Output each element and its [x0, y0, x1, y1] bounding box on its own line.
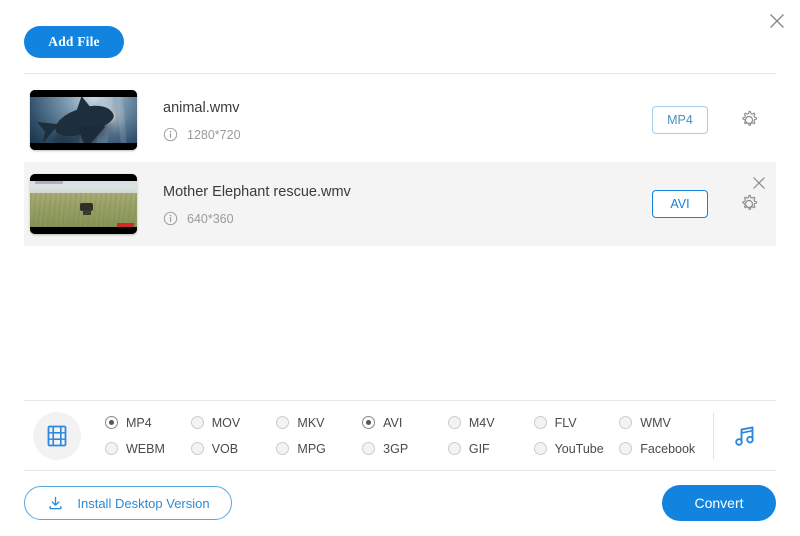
install-desktop-version-button[interactable]: Install Desktop Version [24, 486, 232, 520]
format-option-label: WEBM [126, 442, 165, 456]
video-converter-window: Add File animal.wmv [0, 0, 800, 536]
info-icon[interactable] [163, 127, 178, 142]
file-info: animal.wmv 1280*720 [137, 98, 652, 142]
format-option-youtube[interactable]: YouTube [534, 436, 620, 462]
audio-format-tab[interactable] [714, 412, 776, 460]
add-file-button[interactable]: Add File [24, 26, 124, 58]
underwater-shark-thumbnail [30, 90, 137, 150]
format-option-vob[interactable]: VOB [191, 436, 277, 462]
radio-gif[interactable] [448, 442, 461, 455]
format-option-label: VOB [212, 442, 238, 456]
radio-youtube[interactable] [534, 442, 547, 455]
convert-button[interactable]: Convert [662, 485, 776, 521]
format-option-flv[interactable]: FLV [534, 410, 620, 436]
radio-webm[interactable] [105, 442, 118, 455]
format-option-label: WMV [640, 416, 671, 430]
file-thumbnail[interactable] [30, 90, 137, 150]
gear-icon [738, 109, 760, 131]
file-resolution: 640*360 [187, 212, 234, 226]
download-icon [46, 494, 65, 513]
close-icon [751, 175, 767, 191]
output-format-badge[interactable]: MP4 [652, 106, 708, 134]
film-strip-icon [44, 423, 70, 449]
info-icon[interactable] [163, 211, 178, 226]
add-file-area: Add File [24, 26, 124, 58]
divider-top [24, 73, 776, 74]
format-option-label: MKV [297, 416, 324, 430]
radio-wmv[interactable] [619, 416, 632, 429]
radio-3gp[interactable] [362, 442, 375, 455]
radio-flv[interactable] [534, 416, 547, 429]
format-option-label: YouTube [555, 442, 604, 456]
table-row[interactable]: animal.wmv 1280*720 MP4 [24, 78, 776, 162]
divider-bottom [24, 470, 776, 471]
savanna-animal-thumbnail [30, 174, 137, 234]
file-name: Mother Elephant rescue.wmv [163, 182, 652, 202]
file-resolution: 1280*720 [187, 128, 241, 142]
window-close-button[interactable] [760, 4, 794, 38]
file-subinfo: 1280*720 [163, 127, 652, 142]
format-option-label: MP4 [126, 416, 152, 430]
format-option-label: AVI [383, 416, 402, 430]
format-option-3gp[interactable]: 3GP [362, 436, 448, 462]
format-option-webm[interactable]: WEBM [105, 436, 191, 462]
radio-mpg[interactable] [276, 442, 289, 455]
remove-file-button[interactable] [748, 172, 770, 194]
format-options-grid: MP4 MOV MKV AVI M4V FLV [105, 410, 705, 462]
format-option-mov[interactable]: MOV [191, 410, 277, 436]
file-settings-button[interactable] [732, 103, 766, 137]
radio-m4v[interactable] [448, 416, 461, 429]
close-icon [767, 11, 787, 31]
radio-mp4[interactable] [105, 416, 118, 429]
format-option-avi[interactable]: AVI [362, 410, 448, 436]
format-option-mp4[interactable]: MP4 [105, 410, 191, 436]
format-picker: MP4 MOV MKV AVI M4V FLV [24, 401, 776, 470]
file-list: animal.wmv 1280*720 MP4 [24, 78, 776, 246]
format-option-facebook[interactable]: Facebook [619, 436, 705, 462]
format-option-label: M4V [469, 416, 495, 430]
radio-mkv[interactable] [276, 416, 289, 429]
video-format-tab[interactable] [33, 412, 81, 460]
file-subinfo: 640*360 [163, 211, 652, 226]
radio-mov[interactable] [191, 416, 204, 429]
file-name: animal.wmv [163, 98, 652, 118]
file-thumbnail[interactable] [30, 174, 137, 234]
radio-vob[interactable] [191, 442, 204, 455]
format-option-mkv[interactable]: MKV [276, 410, 362, 436]
gear-icon [738, 193, 760, 215]
format-option-label: Facebook [640, 442, 695, 456]
music-note-icon [731, 422, 759, 450]
format-option-label: MPG [297, 442, 325, 456]
table-row[interactable]: Mother Elephant rescue.wmv 640*360 AVI [24, 162, 776, 246]
output-format-badge[interactable]: AVI [652, 190, 708, 218]
file-info: Mother Elephant rescue.wmv 640*360 [137, 182, 652, 226]
format-option-label: MOV [212, 416, 240, 430]
radio-facebook[interactable] [619, 442, 632, 455]
radio-avi[interactable] [362, 416, 375, 429]
install-desktop-version-label: Install Desktop Version [77, 496, 209, 511]
format-option-label: 3GP [383, 442, 408, 456]
format-option-m4v[interactable]: M4V [448, 410, 534, 436]
format-option-label: GIF [469, 442, 490, 456]
format-option-label: FLV [555, 416, 577, 430]
format-option-mpg[interactable]: MPG [276, 436, 362, 462]
format-option-gif[interactable]: GIF [448, 436, 534, 462]
format-option-wmv[interactable]: WMV [619, 410, 705, 436]
